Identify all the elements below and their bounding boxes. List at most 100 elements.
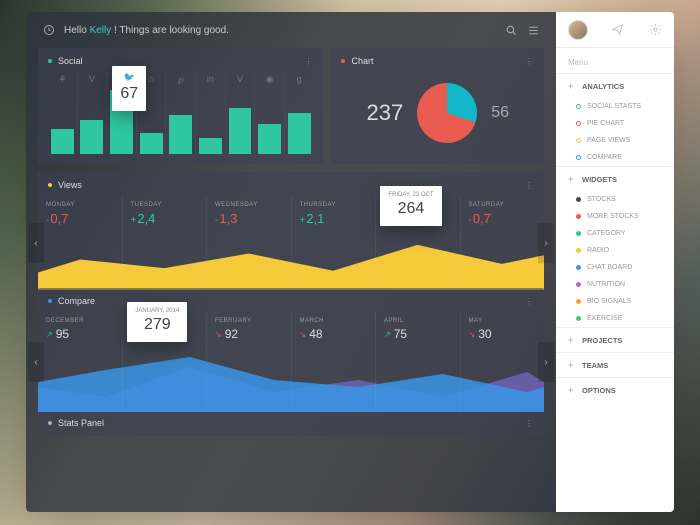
- social-bar: [169, 115, 192, 154]
- social-col[interactable]: ℘: [166, 72, 196, 154]
- day-name: THURSDAY: [300, 202, 368, 208]
- menu-item[interactable]: STOCKS: [556, 191, 674, 208]
- sidebar-top: [556, 12, 674, 48]
- social-highlight: 🐦67: [112, 66, 146, 111]
- social-network-icon: ℘: [178, 74, 184, 85]
- month-name: DECEMBER: [46, 318, 114, 324]
- trend-down-icon: ↘: [469, 330, 476, 339]
- menu-item[interactable]: BIO SIGNALS: [556, 293, 674, 310]
- social-network-icon: in: [207, 74, 214, 84]
- chart-title: Chart: [351, 56, 373, 66]
- compare-highlight: JANUARY, 2014279: [127, 302, 187, 342]
- menu-item-marker: [576, 282, 581, 287]
- topbar: Hello Kelly ! Things are looking good.: [26, 12, 556, 48]
- social-network-icon: V: [237, 74, 243, 84]
- menu-item-label: PIE CHART: [587, 120, 624, 127]
- plus-icon: +: [568, 360, 576, 370]
- chart-panel: Chart⋮ 237 56: [331, 48, 544, 164]
- send-icon[interactable]: [611, 23, 625, 37]
- menu-item-marker: [576, 231, 581, 236]
- plus-icon: +: [568, 335, 576, 345]
- social-col[interactable]: V: [226, 72, 256, 154]
- menu-section[interactable]: +ANALYTICS: [556, 73, 674, 98]
- more-icon[interactable]: ⋮: [525, 57, 534, 66]
- social-col[interactable]: V: [78, 72, 108, 154]
- menu-item[interactable]: CATEGORY: [556, 225, 674, 242]
- menu-item[interactable]: NUTRITION: [556, 276, 674, 293]
- stats-panel: Stats Panel ⋮: [38, 410, 544, 436]
- day-col[interactable]: MONDAY -0,7: [38, 196, 123, 290]
- month-col[interactable]: DECEMBER↗95: [38, 312, 123, 412]
- more-icon[interactable]: ⋮: [304, 57, 313, 66]
- menu-item[interactable]: PIE CHART: [556, 115, 674, 132]
- more-icon[interactable]: ⋮: [525, 419, 534, 428]
- menu-item[interactable]: PAGE VIEWS: [556, 132, 674, 149]
- social-network-icon: V: [89, 74, 95, 84]
- compare-dot: [48, 299, 52, 303]
- menu-item-marker: [576, 248, 581, 253]
- pie-chart: [417, 83, 477, 143]
- social-col[interactable]: ◉: [255, 72, 285, 154]
- menu-item-label: CATEGORY: [587, 230, 626, 237]
- menu-item-label: RADIO: [587, 247, 609, 254]
- menu-item-marker: [576, 138, 581, 143]
- menu-item[interactable]: MORE STOCKS: [556, 208, 674, 225]
- day-value: -0,7: [46, 211, 114, 226]
- day-col[interactable]: SATURDAY-0,7: [461, 196, 545, 290]
- social-col[interactable]: ⚘: [48, 72, 78, 154]
- search-icon[interactable]: [504, 23, 518, 37]
- avatar[interactable]: [568, 20, 588, 40]
- chart-right-value: 56: [491, 104, 509, 122]
- social-col[interactable]: in: [196, 72, 226, 154]
- trend-up-icon: ↗: [384, 330, 391, 339]
- day-name: TUESDAY: [131, 202, 199, 208]
- social-title: Social: [58, 56, 83, 66]
- menu-section[interactable]: +PROJECTS: [556, 327, 674, 352]
- menu-item[interactable]: SOCIAL STASTS: [556, 98, 674, 115]
- menu-section[interactable]: +OPTIONS: [556, 377, 674, 402]
- compare-panel: Compare⋮ ‹ › DECEMBER↗95JANUARYFEBRUARY↘…: [38, 288, 544, 402]
- plus-icon: +: [568, 174, 576, 184]
- month-col[interactable]: APRIL↗75: [376, 312, 461, 412]
- menu-section[interactable]: +TEAMS: [556, 352, 674, 377]
- menu-item-label: MORE STOCKS: [587, 213, 639, 220]
- menu-item[interactable]: EXERCISE: [556, 310, 674, 327]
- social-col[interactable]: g: [285, 72, 314, 154]
- more-icon[interactable]: ⋮: [525, 181, 534, 190]
- menu-item-label: COMPARE: [587, 154, 622, 161]
- menu-item-marker: [576, 155, 581, 160]
- greeting-text: Hello Kelly ! Things are looking good.: [64, 25, 496, 36]
- month-col[interactable]: FEBRUARY↘92: [207, 312, 292, 412]
- views-panel: Views⋮ ‹ › MONDAY-0,7TUESDAY+2,4WEDNESDA…: [38, 172, 544, 280]
- gear-icon[interactable]: [648, 23, 662, 37]
- menu-item-marker: [576, 121, 581, 126]
- menu-icon[interactable]: [526, 23, 540, 37]
- day-col[interactable]: WEDNESDAY -1,3: [207, 196, 292, 290]
- day-value: -1,3: [215, 211, 283, 226]
- social-network-icon: g: [297, 74, 302, 84]
- month-value: ↘48: [300, 327, 368, 341]
- trend-up-icon: ↗: [46, 330, 53, 339]
- menu-item[interactable]: COMPARE: [556, 149, 674, 166]
- main-area: Hello Kelly ! Things are looking good. S…: [26, 12, 556, 512]
- month-name: MAY: [469, 318, 537, 324]
- day-name: WEDNESDAY: [215, 202, 283, 208]
- day-col[interactable]: TUESDAY +2,4: [123, 196, 208, 290]
- day-col[interactable]: THURSDAY +2,1: [292, 196, 377, 290]
- menu-item[interactable]: CHAT BOARD: [556, 259, 674, 276]
- day-value: +2,4: [131, 211, 199, 226]
- next-arrow[interactable]: ›: [538, 342, 554, 382]
- prev-arrow[interactable]: ‹: [28, 342, 44, 382]
- next-arrow[interactable]: ›: [538, 223, 554, 263]
- menu-item-label: BIO SIGNALS: [587, 298, 631, 305]
- prev-arrow[interactable]: ‹: [28, 223, 44, 263]
- menu-item[interactable]: RADIO: [556, 242, 674, 259]
- month-col[interactable]: MAY↘30: [461, 312, 545, 412]
- month-col[interactable]: MARCH↘48: [292, 312, 377, 412]
- plus-icon: +: [568, 81, 576, 91]
- day-value: +2,1: [300, 211, 368, 226]
- day-name: MONDAY: [46, 202, 114, 208]
- more-icon[interactable]: ⋮: [525, 297, 534, 306]
- menu-section[interactable]: +WIDGETS: [556, 166, 674, 191]
- stats-title: Stats Panel: [58, 418, 104, 428]
